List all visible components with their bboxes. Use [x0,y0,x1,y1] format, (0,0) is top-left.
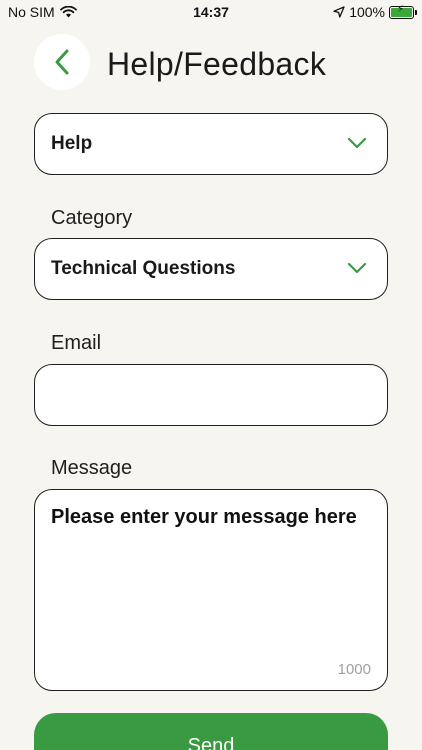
chevron-left-icon [55,49,69,75]
status-right: 100% [333,4,417,20]
back-button[interactable] [34,34,90,90]
battery-percent: 100% [349,4,385,20]
feedback-type-select[interactable]: Help [34,113,388,175]
status-bar: No SIM 14:37 100% [0,0,422,24]
location-arrow-icon [333,6,345,18]
category-value: Technical Questions [51,258,236,279]
email-label: Email [51,332,102,354]
send-button-label: Send [187,735,235,750]
category-label: Category [51,207,133,229]
message-textarea[interactable]: Please enter your message here 1000 [34,489,388,691]
message-placeholder: Please enter your message here [51,506,357,528]
chevron-down-icon [347,137,367,149]
category-select[interactable]: Technical Questions [34,238,388,300]
feedback-type-value: Help [51,133,93,154]
send-button[interactable]: Send [34,713,388,750]
character-counter: 1000 [337,661,371,678]
chevron-down-icon [347,262,367,274]
battery-icon [389,4,417,19]
email-field[interactable] [34,364,388,426]
page-title: Help/Feedback [107,46,327,82]
message-label: Message [51,457,133,479]
